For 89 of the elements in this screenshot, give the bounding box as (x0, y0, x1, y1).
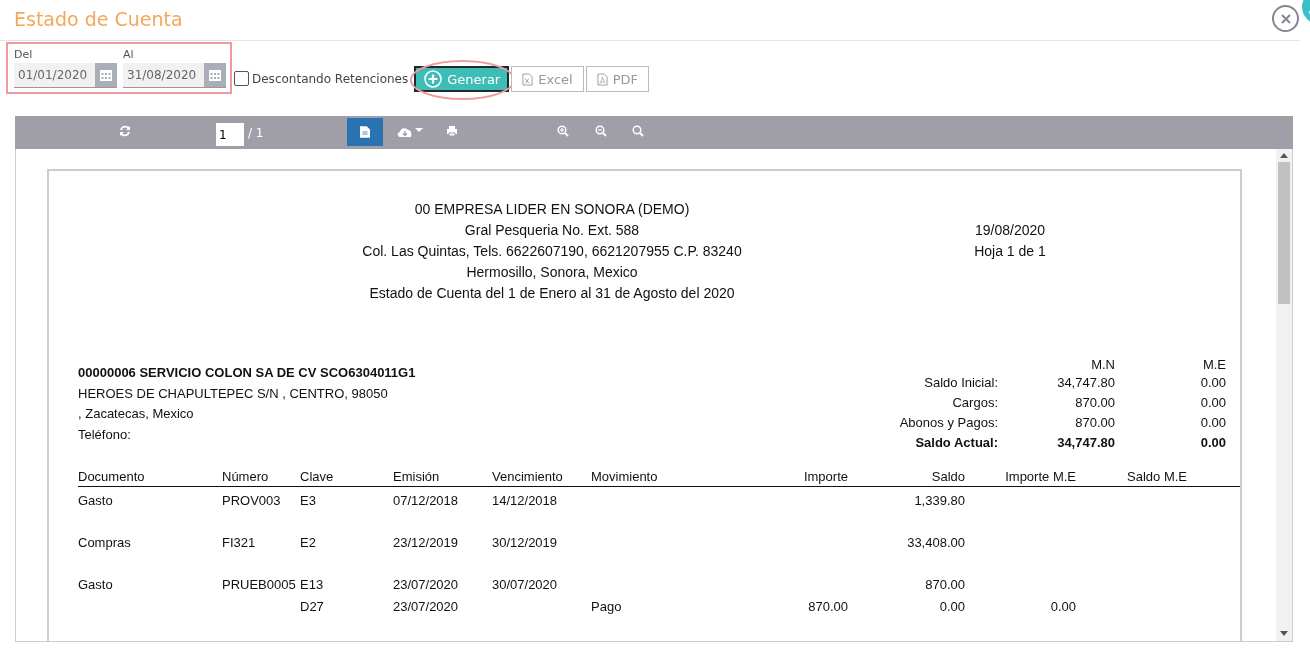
export-button[interactable]: PDF (585, 66, 649, 92)
table-cell: PROV003 (222, 492, 281, 508)
column-header: Saldo M.E (1126, 468, 1187, 484)
report-header-line: Col. Las Quintas, Tels. 6622607190, 6621207955 C.P. 83240 (362, 242, 742, 261)
vertical-scrollbar[interactable] (1276, 149, 1292, 641)
table-cell: 30/12/2019 (492, 534, 558, 550)
table-cell: E2 (300, 534, 316, 550)
table-cell: 0.00 (1050, 598, 1076, 614)
customer-detail: Teléfono: (78, 425, 132, 444)
table-cell: 870.00 (808, 598, 848, 614)
search-icon[interactable] (632, 125, 644, 137)
table-cell: 07/12/2018 (393, 492, 459, 508)
report-header-line: 00 EMPRESA LIDER EN SONORA (DEMO) (414, 200, 690, 219)
scroll-thumb[interactable] (1278, 162, 1290, 304)
spreadsheet-file-icon (522, 72, 534, 86)
calendar-icon[interactable] (95, 63, 117, 87)
date-field[interactable]: 01/01/2020 (14, 63, 117, 88)
table-cell: PRUEB0005 (222, 576, 296, 592)
page-number-field[interactable]: 1 (216, 123, 244, 146)
scroll-up-icon[interactable] (1280, 153, 1288, 158)
summary-label: Cargos: (951, 394, 998, 412)
export-button[interactable]: Excel (511, 66, 584, 92)
column-header: Número (222, 468, 270, 484)
table-cell: 33,408.00 (907, 534, 965, 550)
page-title: Estado de Cuenta (13, 7, 183, 30)
close-button[interactable] (1272, 5, 1299, 32)
table-cell: Gasto (78, 576, 113, 592)
table-cell: Compras (78, 534, 131, 550)
table-cell: 14/12/2018 (492, 492, 558, 508)
column-header: Importe (802, 468, 848, 484)
customer-detail: HEROES DE CHAPULTEPEC S/N , CENTRO, 98050 (78, 384, 389, 403)
pdf-file-icon (596, 72, 608, 86)
summary-value: 34,747.80 (1056, 434, 1115, 452)
table-cell: Gasto (78, 492, 113, 508)
zoom-in-icon[interactable] (557, 125, 569, 137)
scroll-down-icon[interactable] (1280, 631, 1288, 636)
table-cell: 870.00 (925, 576, 965, 592)
column-header: Vencimiento (492, 468, 564, 484)
column-header: Documento (78, 468, 146, 484)
table-cell: 23/07/2020 (393, 598, 459, 614)
table-cell: 30/07/2020 (492, 576, 558, 592)
table-cell: 23/07/2020 (393, 576, 459, 592)
table-cell: D27 (300, 598, 324, 614)
summary-value: 0.00 (1199, 394, 1226, 412)
column-header: Movimiento (591, 468, 659, 484)
report-header-line: Hermosillo, Sonora, Mexico (466, 263, 638, 282)
document-view-button[interactable] (347, 118, 383, 146)
summary-value: 870.00 (1074, 394, 1115, 412)
table-cell: E3 (300, 492, 316, 508)
table-cell: E13 (300, 576, 324, 592)
refresh-icon[interactable] (119, 125, 131, 137)
page-info: Hoja 1 de 1 (974, 242, 1046, 261)
zoom-out-icon[interactable] (595, 125, 607, 137)
date-field[interactable]: 31/08/2020 (123, 63, 226, 88)
summary-label: Saldo Actual: (914, 434, 998, 452)
column-header: Clave (300, 468, 335, 484)
table-cell: 0.00 (939, 598, 965, 614)
summary-label: Abonos y Pagos: (898, 414, 998, 432)
document-icon (360, 126, 370, 138)
report-date: 19/08/2020 (974, 221, 1046, 240)
summary-value: 870.00 (1074, 414, 1115, 432)
cloud-download-icon[interactable] (397, 125, 425, 139)
summary-value: 0.00 (1199, 374, 1226, 392)
date-label: Al (123, 48, 135, 63)
plus-circle-icon (424, 70, 443, 88)
column-header: Importe M.E (1004, 468, 1076, 484)
summary-column-header: M.E (1201, 356, 1226, 373)
column-header: Saldo (930, 468, 965, 484)
calendar-icon[interactable] (204, 63, 226, 87)
summary-value: 34,747.80 (1056, 374, 1115, 392)
report-header-line: Gral Pesqueria No. Ext. 588 (464, 221, 640, 240)
print-icon[interactable] (446, 125, 458, 137)
page-count: / 1 (248, 126, 264, 140)
close-icon (1279, 12, 1292, 25)
checkbox-label: Descontando Retenciones (252, 71, 409, 86)
column-header: Emisión (393, 468, 441, 484)
table-cell: Pago (591, 598, 622, 614)
summary-label: Saldo Inicial: (923, 374, 998, 392)
date-label: Del (14, 48, 34, 63)
customer-detail: , Zacatecas, Mexico (78, 405, 195, 423)
report-header-line: Estado de Cuenta del 1 de Enero al 31 de Agosto del 2020 (369, 284, 735, 303)
checkbox[interactable] (234, 71, 249, 86)
summary-value: 0.00 (1199, 434, 1226, 452)
table-cell: 1,339.80 (914, 492, 965, 508)
summary-column-header: M.N (1090, 356, 1115, 373)
table-cell: 23/12/2019 (393, 534, 459, 550)
table-cell: FI321 (222, 534, 256, 550)
customer-name: 00000006 SERVICIO COLON SA DE CV SCO6304011G1 (78, 364, 417, 382)
summary-value: 0.00 (1199, 414, 1226, 432)
